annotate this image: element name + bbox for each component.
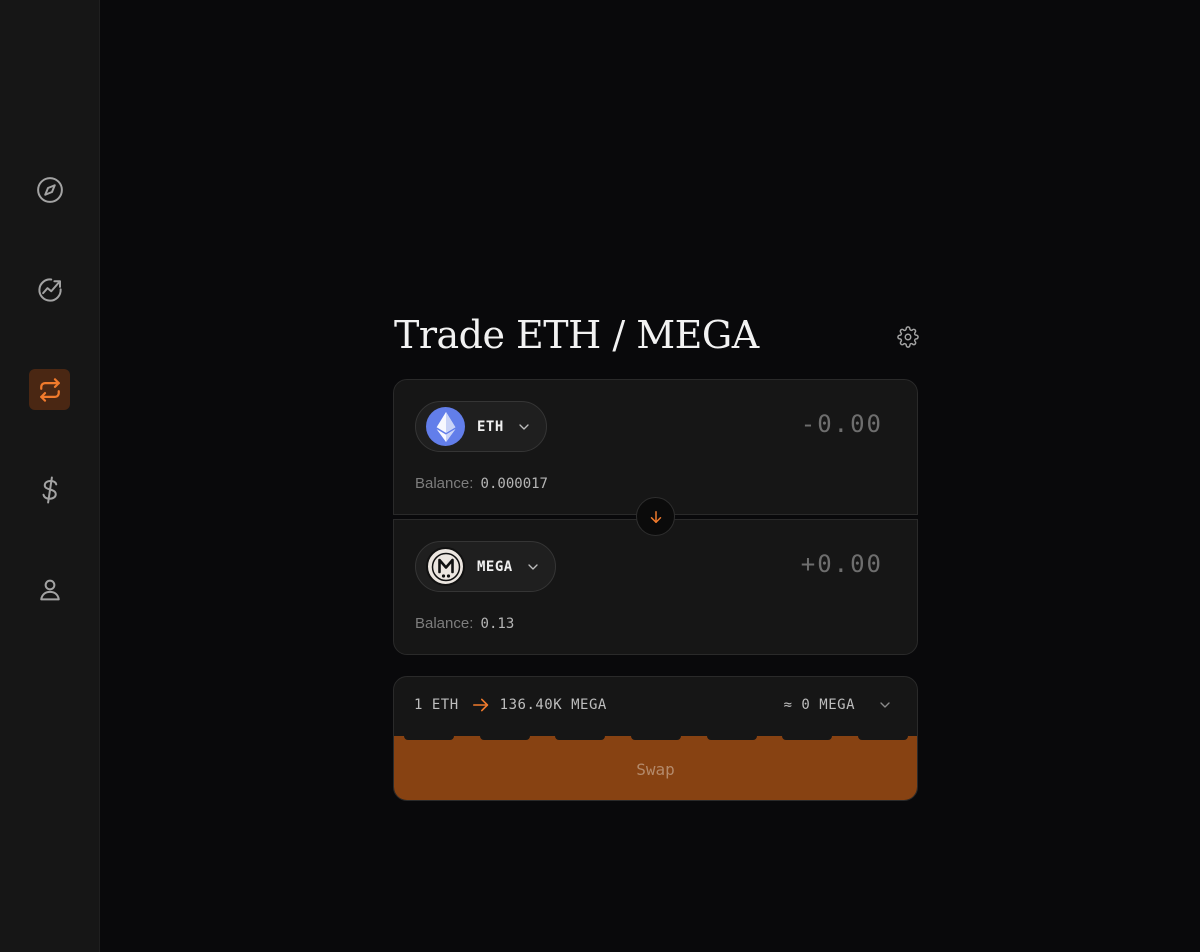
to-balance-value: 0.13 xyxy=(480,616,515,632)
chevron-down-icon xyxy=(528,563,538,570)
swap-icon xyxy=(39,377,60,402)
page-title: Trade ETH / MEGA xyxy=(394,313,759,357)
from-amount-input[interactable]: -0.00 xyxy=(801,410,883,438)
divider-notch xyxy=(707,736,757,740)
dollar-icon xyxy=(42,476,57,503)
arrow-right-icon xyxy=(472,698,488,712)
from-token-panel: ETH -0.00 Balance: 0.000017 xyxy=(393,379,918,515)
to-token-panel: MEGA +0.00 Balance: 0.13 xyxy=(393,519,918,655)
estimate-value: ≈ 0 MEGA xyxy=(783,697,855,713)
to-balance: Balance: 0.13 xyxy=(415,615,514,632)
from-balance-value: 0.000017 xyxy=(480,476,548,492)
chevron-down-icon xyxy=(519,423,529,430)
divider-notch xyxy=(858,736,908,740)
rate-to: 136.40K MEGA xyxy=(499,697,607,713)
estimate: ≈ 0 MEGA xyxy=(784,697,893,713)
sidebar xyxy=(0,0,100,952)
divider-notch xyxy=(555,736,605,740)
user-icon xyxy=(39,579,60,600)
divider-notch xyxy=(782,736,832,740)
from-balance-label: Balance: xyxy=(415,475,474,492)
eth-token-icon xyxy=(426,407,465,446)
to-amount-input[interactable]: +0.00 xyxy=(801,550,883,578)
to-token-selector[interactable]: MEGA xyxy=(415,541,556,592)
nav-swap[interactable] xyxy=(29,369,70,410)
gear-icon xyxy=(897,326,919,348)
app: Trade ETH / MEGA ETH -0.00 Balance: 0.00… xyxy=(0,0,1200,952)
rate-row[interactable]: 1 ETH 136.40K MEGA ≈ 0 MEGA xyxy=(394,677,917,735)
nav-trending[interactable] xyxy=(29,269,70,310)
from-balance: Balance: 0.000017 xyxy=(415,475,548,492)
compass-icon xyxy=(36,176,63,203)
rate-from: 1 ETH xyxy=(414,697,459,713)
nav-profile[interactable] xyxy=(29,569,70,610)
from-token-selector[interactable]: ETH xyxy=(415,401,547,452)
arrow-down-icon xyxy=(650,510,661,523)
from-token-symbol: ETH xyxy=(477,418,504,435)
trending-chart-icon xyxy=(37,277,62,302)
divider-notch xyxy=(404,736,454,740)
divider-notch xyxy=(480,736,530,740)
nav-explore[interactable] xyxy=(29,169,70,210)
flip-direction-button[interactable] xyxy=(636,497,675,536)
to-token-symbol: MEGA xyxy=(477,558,513,575)
quote-box: 1 ETH 136.40K MEGA ≈ 0 MEGA Swap xyxy=(393,676,918,801)
chevron-down-icon[interactable] xyxy=(877,697,893,713)
swap-button[interactable]: Swap xyxy=(394,736,917,800)
exchange-rate: 1 ETH 136.40K MEGA xyxy=(414,697,607,713)
nav-earn[interactable] xyxy=(29,469,70,510)
mega-token-icon xyxy=(426,547,465,586)
to-balance-label: Balance: xyxy=(415,615,474,632)
settings-button[interactable] xyxy=(896,325,920,349)
divider-notch xyxy=(631,736,681,740)
